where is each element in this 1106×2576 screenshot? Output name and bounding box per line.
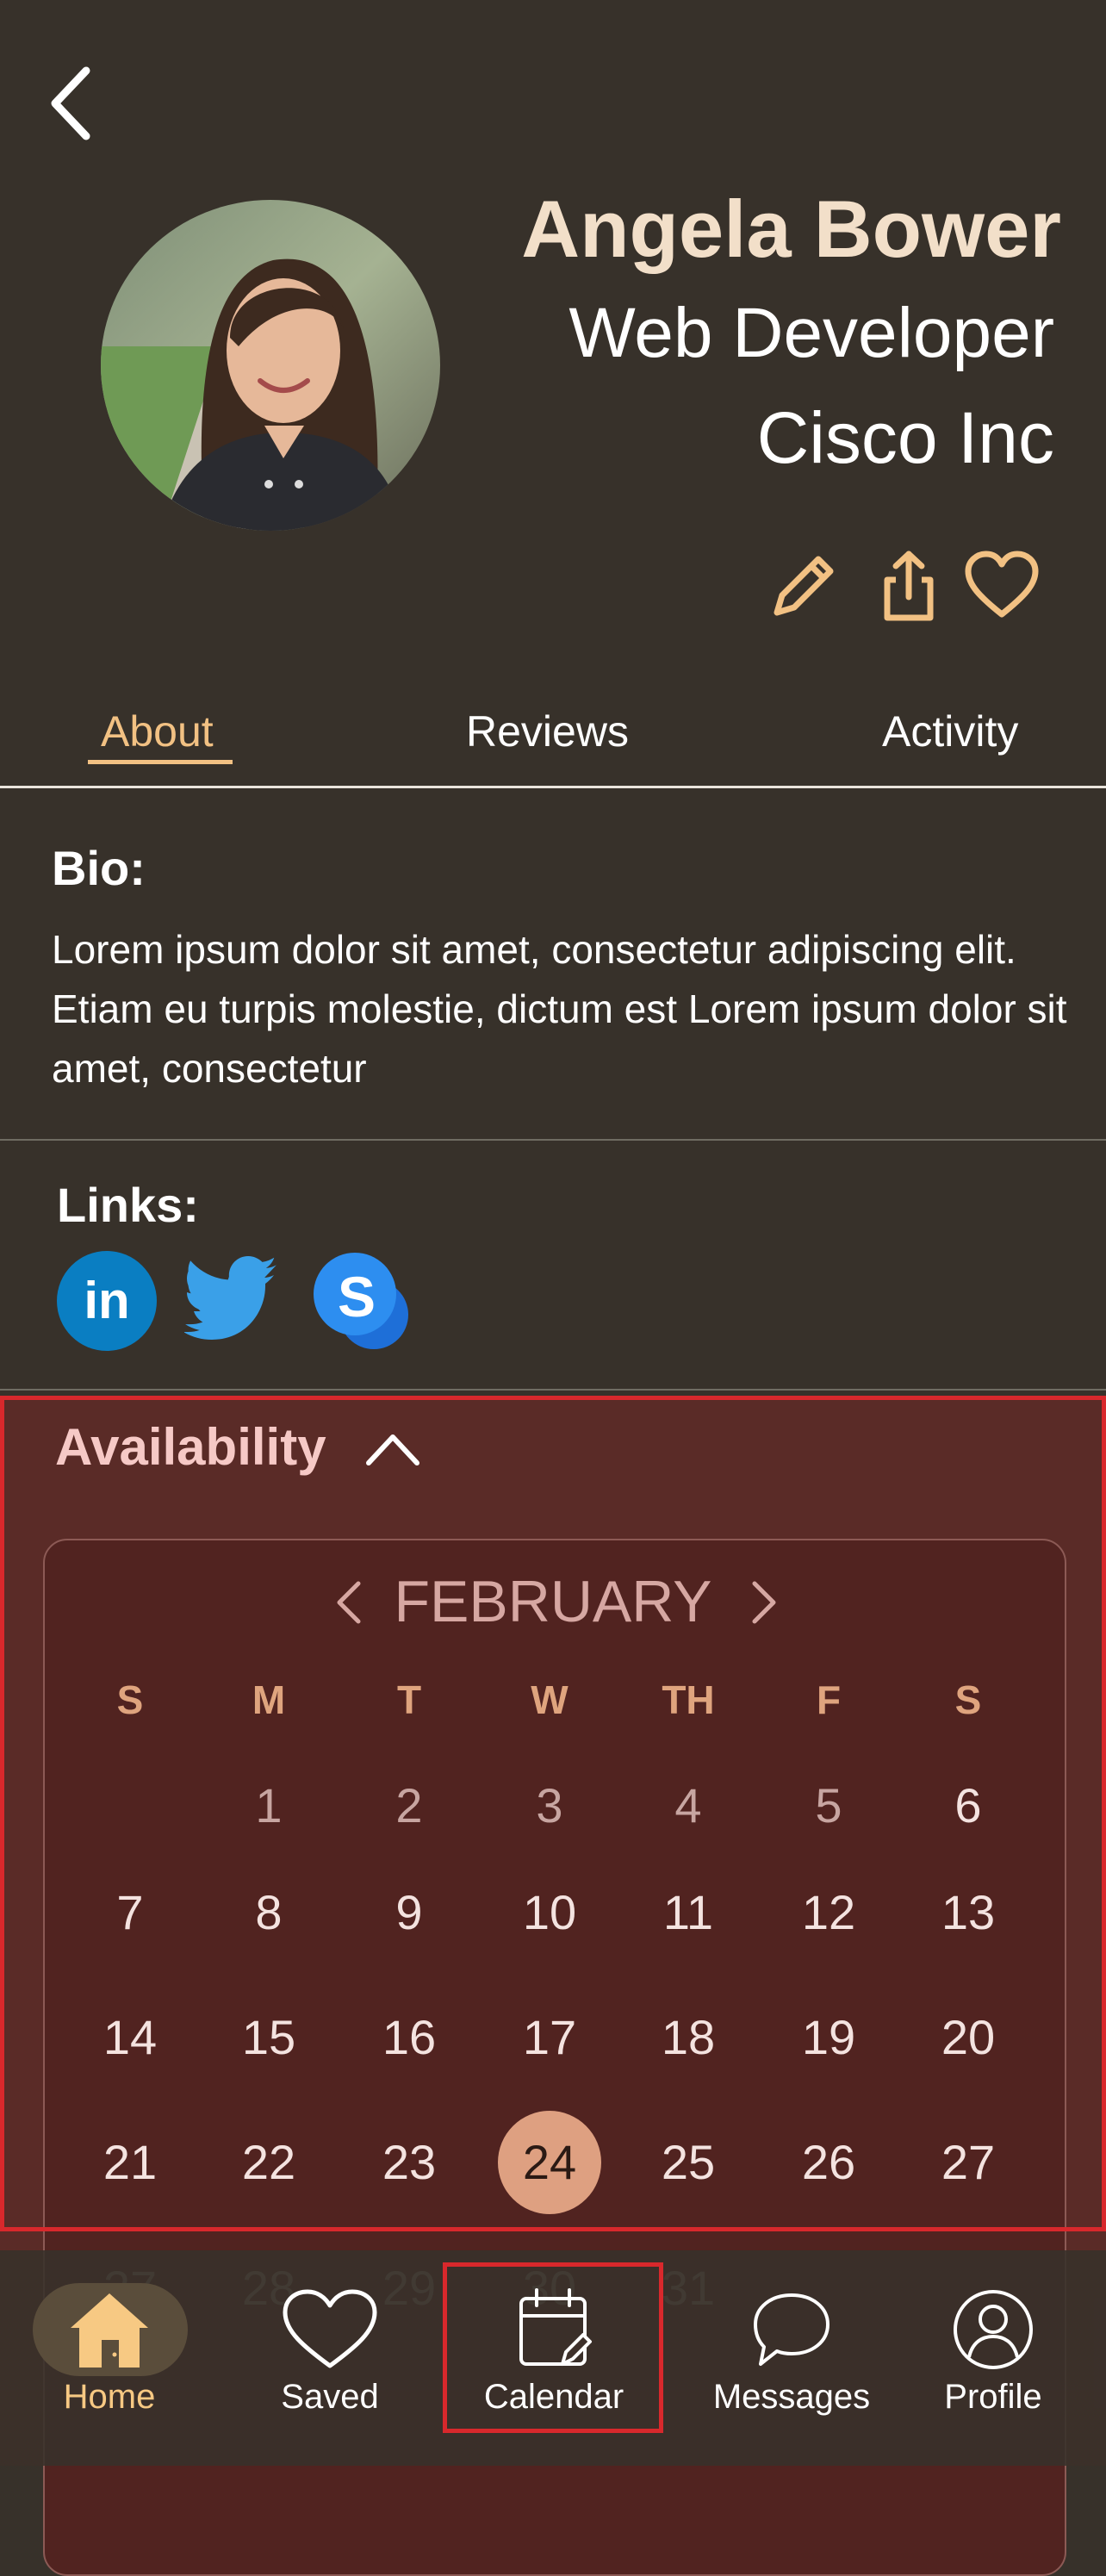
avatar xyxy=(101,200,440,531)
tab-activity[interactable]: Activity xyxy=(882,706,1018,756)
calendar-day[interactable]: 11 xyxy=(637,1861,740,1964)
nav-saved-label: Saved xyxy=(281,2378,379,2416)
profile-company: Cisco Inc xyxy=(756,397,1054,478)
section-divider xyxy=(0,1389,1106,1391)
twitter-link[interactable] xyxy=(183,1251,284,1351)
calendar-day[interactable]: 7 xyxy=(78,1861,182,1964)
calendar-day[interactable]: 3 xyxy=(498,1754,601,1857)
calendar-day[interactable]: 21 xyxy=(78,2111,182,2214)
nav-messages[interactable]: Messages xyxy=(701,2257,882,2447)
weekday-label: F xyxy=(816,1677,842,1722)
calendar-day[interactable]: 1 xyxy=(217,1754,320,1857)
calendar-day[interactable]: 19 xyxy=(777,1986,880,2089)
calendar-day[interactable]: 23 xyxy=(357,2111,461,2214)
nav-home[interactable]: Home xyxy=(19,2257,200,2447)
profile-name: Angela Bower xyxy=(521,184,1061,274)
nav-calendar-label: Calendar xyxy=(483,2378,624,2416)
calendar-day[interactable]: 9 xyxy=(357,1861,461,1964)
nav-home-label: Home xyxy=(63,2378,156,2416)
home-icon xyxy=(71,2293,148,2368)
tabs-divider xyxy=(0,786,1106,788)
tab-reviews[interactable]: Reviews xyxy=(466,706,629,756)
month-label: FEBRUARY xyxy=(394,1569,712,1634)
calendar-day[interactable]: 10 xyxy=(498,1861,601,1964)
calendar-day[interactable]: 16 xyxy=(357,1986,461,2089)
calendar-day[interactable]: 5 xyxy=(777,1754,880,1857)
bio-heading: Bio: xyxy=(52,841,146,895)
calendar-icon xyxy=(519,2288,592,2366)
linkedin-link[interactable]: in xyxy=(57,1251,157,1351)
nav-profile[interactable]: Profile xyxy=(903,2257,1084,2447)
favorite-button[interactable] xyxy=(963,547,1041,625)
collapse-toggle[interactable] xyxy=(365,1430,420,1468)
svg-text:in: in xyxy=(84,1272,129,1329)
calendar-day[interactable]: 27 xyxy=(916,2111,1020,2214)
share-button[interactable] xyxy=(870,547,948,625)
back-button[interactable] xyxy=(43,60,103,146)
share-icon xyxy=(884,551,934,621)
calendar-day[interactable]: 12 xyxy=(777,1861,880,1964)
tab-active-indicator xyxy=(88,760,233,764)
calendar-day-selected[interactable]: 24 xyxy=(498,2111,601,2214)
calendar-day[interactable]: 8 xyxy=(217,1861,320,1964)
weekday-label: T xyxy=(396,1677,422,1722)
linkedin-icon: in xyxy=(57,1251,157,1351)
twitter-icon xyxy=(183,1256,276,1340)
tab-about[interactable]: About xyxy=(101,706,214,756)
weekday-label: S xyxy=(954,1677,982,1722)
calendar-day[interactable]: 2 xyxy=(357,1754,461,1857)
calendar-day[interactable]: 4 xyxy=(637,1754,740,1857)
calendar-day[interactable]: 17 xyxy=(498,1986,601,2089)
weekday-label: TH xyxy=(662,1677,715,1722)
pencil-icon xyxy=(774,556,834,616)
calendar-day[interactable]: 18 xyxy=(637,1986,740,2089)
weekday-label: M xyxy=(252,1677,286,1722)
chevron-up-icon xyxy=(366,1434,419,1465)
weekday-label: W xyxy=(531,1677,569,1722)
calendar-day[interactable]: 6 xyxy=(916,1754,1020,1857)
chevron-right-icon xyxy=(752,1581,776,1624)
calendar-day[interactable]: 22 xyxy=(217,2111,320,2214)
calendar-day[interactable]: 26 xyxy=(777,2111,880,2214)
heart-icon xyxy=(965,551,1039,618)
availability-heading[interactable]: Availability xyxy=(55,1417,326,1477)
nav-saved[interactable]: Saved xyxy=(239,2257,420,2447)
skype-icon: S xyxy=(314,1253,408,1349)
chat-bubble-icon xyxy=(754,2293,830,2366)
heart-icon xyxy=(283,2289,377,2368)
bio-text: Lorem ipsum dolor sit amet, consectetur … xyxy=(52,927,1067,1091)
nav-calendar[interactable]: Calendar xyxy=(463,2257,644,2447)
section-divider xyxy=(0,1139,1106,1141)
user-icon xyxy=(954,2290,1033,2369)
skype-link[interactable]: S xyxy=(312,1251,412,1351)
nav-messages-label: Messages xyxy=(712,2378,871,2416)
calendar-day[interactable]: 13 xyxy=(916,1861,1020,1964)
calendar-day[interactable]: 25 xyxy=(637,2111,740,2214)
nav-profile-label: Profile xyxy=(944,2378,1042,2416)
profile-role: Web Developer xyxy=(569,294,1054,372)
chevron-left-icon xyxy=(51,66,90,140)
weekday-label: S xyxy=(116,1677,144,1722)
calendar-day[interactable]: 15 xyxy=(217,1986,320,2089)
calendar-day[interactable]: 20 xyxy=(916,1986,1020,2089)
next-month-button[interactable] xyxy=(737,1570,789,1635)
edit-button[interactable] xyxy=(765,547,842,625)
links-heading: Links: xyxy=(57,1178,199,1232)
svg-text:S: S xyxy=(338,1265,376,1328)
calendar-day[interactable]: 14 xyxy=(78,1986,182,2089)
